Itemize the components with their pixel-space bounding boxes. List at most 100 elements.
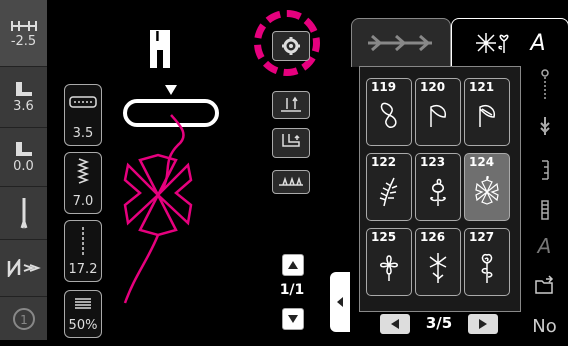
density-setting[interactable]: 17.2: [64, 220, 102, 282]
stitch-offset-button[interactable]: 0.0: [0, 128, 47, 187]
density-lines-icon: [75, 298, 91, 309]
pattern-124[interactable]: 124: [464, 153, 510, 221]
swirl-flower-icon: [430, 178, 446, 206]
needle-indicator-label: I: [155, 30, 160, 45]
length-value: 7.0: [72, 194, 94, 209]
presser-foot-lift-icon: [282, 134, 300, 147]
reverse-button[interactable]: [521, 150, 568, 190]
panel-collapse-tab[interactable]: [330, 272, 350, 332]
svg-text:1: 1: [20, 313, 28, 327]
pivot-button[interactable]: [272, 128, 310, 158]
width-setting[interactable]: 3.5: [64, 84, 102, 146]
needle-position-icon: [10, 21, 37, 31]
arrows-stitch-icon: [368, 34, 432, 52]
tab-alphabet-label: A: [530, 30, 546, 56]
pattern-123[interactable]: 123: [415, 153, 461, 221]
figure-eight-icon: [380, 102, 397, 128]
percent-value: 50%: [68, 318, 98, 333]
pattern-number: 121: [469, 80, 495, 94]
pattern-number: 122: [371, 155, 397, 169]
chevron-left-icon: [337, 297, 343, 307]
pattern-119[interactable]: 119: [366, 78, 412, 146]
presser-foot-value: 3.6: [13, 99, 34, 114]
stitch-offset-value: 0.0: [13, 159, 34, 174]
stitch-preview: [123, 85, 219, 304]
needle-marker-icon: [165, 85, 177, 95]
feed-dog-button[interactable]: [272, 170, 310, 194]
density-value: 17.2: [68, 262, 98, 277]
page-down-button[interactable]: [282, 308, 304, 330]
folder-export-icon: [534, 275, 553, 294]
pattern-number: 123: [420, 155, 446, 169]
pattern-127[interactable]: 127: [464, 228, 510, 296]
length-setting[interactable]: 7.0: [64, 152, 102, 214]
pattern-122[interactable]: 122: [366, 153, 412, 221]
no-button[interactable]: No: [521, 306, 568, 346]
feed-dog-icon: [279, 176, 303, 186]
stitch-pattern-shape: [123, 153, 193, 237]
right-toolbar: A No: [521, 66, 568, 340]
needle-thread-icon: [540, 69, 549, 101]
mirror-icon: [7, 259, 41, 277]
width-value: 3.5: [72, 126, 94, 141]
thread-button[interactable]: [521, 66, 568, 106]
pattern-121[interactable]: 121: [464, 78, 510, 146]
clover-icon: [380, 255, 398, 281]
tie-off-button[interactable]: [521, 106, 568, 146]
daisy-icon: [429, 253, 447, 283]
presser-foot-indicator-icon: [150, 30, 170, 68]
needle-position-value: -2.5: [10, 34, 37, 49]
pattern-125[interactable]: 125: [366, 228, 412, 296]
gear-icon: [282, 37, 300, 55]
stitch-page-indicator: 1/1: [279, 282, 305, 298]
pattern-number: 120: [420, 80, 446, 94]
pattern-number: 119: [371, 80, 397, 94]
pattern-120[interactable]: 120: [415, 78, 461, 146]
straight-stitch-icon: [82, 227, 84, 255]
width-icon: [69, 96, 97, 108]
prev-page-button[interactable]: [380, 314, 410, 334]
presser-foot-icon: [15, 82, 32, 96]
bar-stitch-button[interactable]: [521, 190, 568, 230]
single-sew-button[interactable]: 1: [0, 297, 47, 340]
settings-button[interactable]: [272, 31, 310, 61]
arrow-right-icon: [479, 319, 487, 329]
tab-decorative-stitches[interactable]: A: [451, 18, 568, 67]
needle-mode-button[interactable]: [272, 91, 310, 119]
font-style-button[interactable]: A: [521, 226, 568, 266]
page-up-button[interactable]: [282, 254, 304, 276]
tab-utility-stitches[interactable]: [351, 18, 451, 67]
reverse-stitch-icon: [541, 160, 549, 180]
leaf-filled-icon: [479, 105, 496, 127]
arrow-down-icon: [288, 315, 298, 323]
tie-off-icon: [539, 117, 550, 135]
arrow-left-icon: [391, 319, 399, 329]
next-page-button[interactable]: [468, 314, 498, 334]
presser-foot-button[interactable]: 3.6: [0, 67, 47, 128]
zigzag-icon: [76, 158, 90, 184]
sewing-foot-outline: [123, 99, 219, 127]
needle-up-icon: [281, 96, 301, 112]
star-flower-icon: [475, 176, 499, 205]
arrow-up-icon: [288, 261, 298, 269]
pattern-number: 124: [469, 155, 495, 169]
size-setting[interactable]: 50%: [64, 290, 102, 338]
flower-stitch-icon: [476, 33, 509, 53]
mirror-button[interactable]: [0, 240, 47, 297]
bar-stitch-icon: [540, 200, 549, 220]
needle-position-button[interactable]: -2.5: [0, 0, 47, 67]
rose-icon: [481, 253, 493, 283]
pattern-126[interactable]: 126: [415, 228, 461, 296]
save-button[interactable]: [521, 266, 568, 306]
needle-button[interactable]: [0, 187, 47, 240]
pattern-number: 127: [469, 230, 495, 244]
needle-indicator: I: [146, 30, 174, 68]
leaf-outline-icon: [430, 105, 447, 127]
pattern-page-indicator: 3/5: [425, 314, 453, 332]
pattern-number: 125: [371, 230, 397, 244]
pattern-number: 126: [420, 230, 446, 244]
fern-icon: [379, 177, 398, 207]
foot-offset-icon: [15, 142, 32, 156]
needle-icon: [20, 198, 27, 229]
left-toolbar: -2.5 3.6 0.0 1: [0, 0, 47, 340]
